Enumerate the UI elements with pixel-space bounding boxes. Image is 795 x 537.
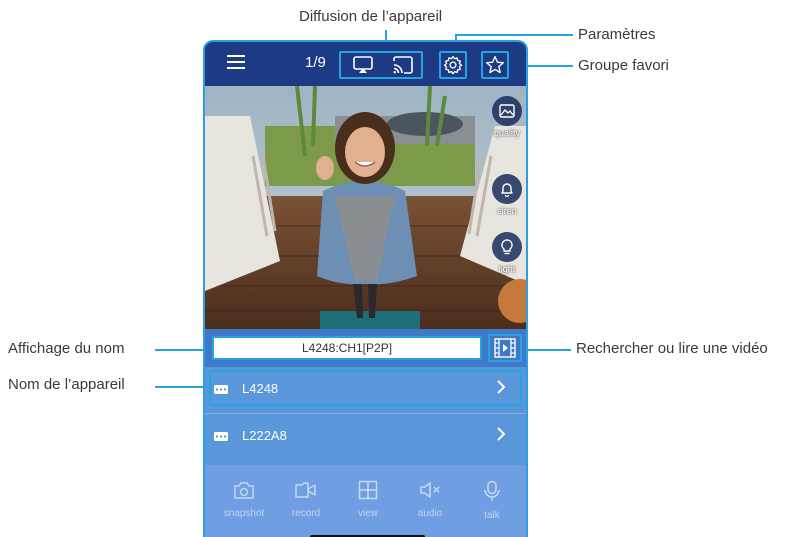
record-label: record <box>291 508 321 519</box>
hamburger-menu-icon[interactable] <box>227 55 245 73</box>
quality-button[interactable]: quality <box>487 96 526 138</box>
audio-button[interactable]: audio <box>399 480 461 519</box>
channel-name-bar: L4248:CH1[P2P] <box>205 329 526 367</box>
channel-name-display: L4248:CH1[P2P] <box>212 336 482 360</box>
gear-icon[interactable] <box>443 55 463 75</box>
recorder-device-icon <box>214 385 228 394</box>
light-label: light <box>498 264 516 274</box>
snapshot-button[interactable]: snapshot <box>213 480 275 519</box>
connector-line <box>523 349 571 351</box>
bulb-icon <box>501 239 513 255</box>
top-bar: 1/9 <box>205 42 526 86</box>
quality-label: quality <box>493 128 520 138</box>
bottom-toolbar: snapshot record view audio talk <box>205 465 526 537</box>
siren-button[interactable]: siren <box>487 174 526 216</box>
recorder-device-icon <box>214 432 228 441</box>
chevron-right-icon <box>497 427 506 441</box>
snapshot-label: snapshot <box>223 508 265 519</box>
video-record-icon <box>295 482 316 498</box>
cast-icon[interactable] <box>392 56 414 74</box>
camera-icon <box>234 482 254 499</box>
callout-device-streaming: Diffusion de l’appareil <box>299 8 443 25</box>
bell-icon <box>501 183 513 197</box>
phone-screen: 1/9 quality siren light L4248:CH1[P2P] L… <box>203 40 528 537</box>
playback-search-button[interactable] <box>488 334 522 362</box>
star-icon[interactable] <box>485 55 505 75</box>
microphone-icon <box>484 480 500 501</box>
callout-name-display: Affichage du nom <box>8 340 125 357</box>
connector-line <box>155 386 207 388</box>
airplay-icon[interactable] <box>353 56 373 74</box>
record-button[interactable]: record <box>275 480 337 519</box>
talk-button[interactable]: talk <box>461 480 523 521</box>
callout-favorite-group: Groupe favori <box>578 57 669 74</box>
talk-label: talk <box>484 510 500 521</box>
device-list-item[interactable]: L222A8 <box>205 414 526 458</box>
callout-search-video: Rechercher ou lire une vidéo <box>576 340 768 357</box>
speaker-mute-icon <box>420 482 440 498</box>
view-button[interactable]: view <box>337 480 399 519</box>
audio-label: audio <box>417 508 443 519</box>
page-indicator: 1/9 <box>305 54 326 71</box>
device-name: L4248 <box>242 381 279 396</box>
siren-label: siren <box>497 206 517 216</box>
camera-video-feed[interactable]: quality siren light <box>205 86 526 329</box>
chevron-right-icon <box>497 380 506 394</box>
grid-icon <box>358 480 378 500</box>
connector-line <box>455 34 573 36</box>
device-name: L222A8 <box>242 428 287 443</box>
callout-device-name: Nom de l’appareil <box>8 376 125 393</box>
light-button[interactable]: light <box>487 232 526 274</box>
video-frame-image <box>205 86 526 329</box>
device-list-item[interactable]: L4248 <box>205 367 526 411</box>
callout-settings: Paramètres <box>578 26 656 43</box>
image-icon <box>499 104 515 118</box>
connector-line <box>155 349 207 351</box>
film-play-icon <box>494 338 516 358</box>
device-list: L4248 L222A8 <box>205 367 526 467</box>
view-label: view <box>357 508 378 519</box>
